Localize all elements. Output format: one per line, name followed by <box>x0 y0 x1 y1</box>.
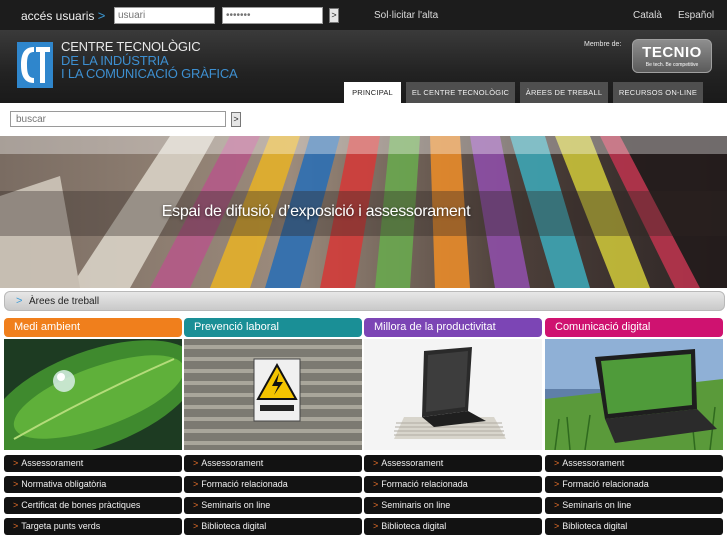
area-column-medi-ambient: Medi ambient > Assessorament > Normativa o… <box>4 318 182 539</box>
tecnio-name: TECNIO <box>642 44 702 61</box>
link-label: Normativa obligatòria <box>21 479 107 489</box>
link-biblioteca[interactable]: > Biblioteca digital <box>545 518 723 535</box>
area-column-prevencio: Prevenció laboral > Assessorament > Formac… <box>184 318 362 539</box>
link-label: Assessorament <box>381 458 444 468</box>
area-links-prevencio: > Assessorament > Formació relacionada > Se… <box>184 455 362 535</box>
link-seminaris[interactable]: > Seminaris on line <box>184 497 362 514</box>
link-targeta[interactable]: > Targeta punts verds <box>4 518 182 535</box>
nav-tab-principal[interactable]: PRINCIPAL <box>344 82 401 103</box>
link-label: Seminaris on line <box>562 500 632 510</box>
link-label: Formació relacionada <box>562 479 649 489</box>
login-go-button[interactable]: > <box>329 8 339 23</box>
login-label: accés usuaris <box>21 9 95 23</box>
link-label: Biblioteca digital <box>201 521 267 531</box>
logo-line-1: CENTRE TECNOLÒGIC <box>61 39 201 54</box>
link-formacio[interactable]: > Formació relacionada <box>364 476 542 493</box>
language-catala-link[interactable]: Català <box>633 10 662 21</box>
link-assessorament[interactable]: > Assessorament <box>545 455 723 472</box>
link-assessorament[interactable]: > Assessorament <box>364 455 542 472</box>
link-label: Targeta punts verds <box>21 521 101 531</box>
nav-tab-arees[interactable]: ÀREES DE TREBALL <box>520 82 608 103</box>
link-label: Biblioteca digital <box>562 521 628 531</box>
link-assessorament[interactable]: > Assessorament <box>4 455 182 472</box>
nav-tab-recursos[interactable]: RECURSOS ON-LINE <box>613 82 703 103</box>
link-arrow-icon: > <box>13 521 19 531</box>
link-label: Assessorament <box>201 458 264 468</box>
link-arrow-icon: > <box>373 458 379 468</box>
link-label: Formació relacionada <box>201 479 288 489</box>
site-header: CENTRE TECNOLÒGIC DE LA INDÚSTRIA I LA C… <box>0 30 727 103</box>
link-biblioteca[interactable]: > Biblioteca digital <box>364 518 542 535</box>
logo-line-3: I LA COMUNICACIÓ GRÀFICA <box>61 66 238 81</box>
link-assessorament[interactable]: > Assessorament <box>184 455 362 472</box>
login-label-group: accés usuaris > <box>21 8 105 23</box>
link-arrow-icon: > <box>193 458 199 468</box>
signup-link[interactable]: Sol·licitar l'alta <box>374 10 438 21</box>
laptop-newspapers-image[interactable] <box>364 339 542 450</box>
areas-section-title: Àrees de treball <box>29 296 100 307</box>
area-column-productivitat: Millora de la productivitat > Assessorame… <box>364 318 542 539</box>
area-links-comunicacio: > Assessorament > Formació relacionada > Se… <box>545 455 723 535</box>
search-input[interactable] <box>10 111 226 127</box>
link-arrow-icon: > <box>13 500 19 510</box>
link-arrow-icon: > <box>193 479 199 489</box>
login-arrow-icon: > <box>97 8 106 23</box>
link-arrow-icon: > <box>193 500 199 510</box>
search-go-button[interactable]: > <box>231 112 241 127</box>
nav-tab-centre[interactable]: EL CENTRE TECNOLÒGIC <box>406 82 515 103</box>
link-seminaris[interactable]: > Seminaris on line <box>364 497 542 514</box>
hero-banner: Espai de difusió, d’exposició i assessor… <box>0 136 727 288</box>
link-arrow-icon: > <box>554 521 560 531</box>
link-arrow-icon: > <box>373 521 379 531</box>
area-title-productivitat[interactable]: Millora de la productivitat <box>364 318 542 337</box>
password-input[interactable] <box>222 7 323 24</box>
link-certificat[interactable]: > Certificat de bones pràctiques <box>4 497 182 514</box>
page: accés usuaris > > Sol·licitar l'alta Cat… <box>0 0 727 545</box>
link-label: Formació relacionada <box>381 479 468 489</box>
area-links-medi-ambient: > Assessorament > Normativa obligatòria > C… <box>4 455 182 535</box>
link-arrow-icon: > <box>13 458 19 468</box>
username-input[interactable] <box>114 7 215 24</box>
areas-arrow-icon: > <box>16 295 23 307</box>
link-label: Assessorament <box>21 458 84 468</box>
link-label: Seminaris on line <box>381 500 451 510</box>
area-column-comunicacio: Comunicació digital > Assessorament > Form… <box>545 318 723 539</box>
area-title-prevencio[interactable]: Prevenció laboral <box>184 318 362 337</box>
link-label: Assessorament <box>562 458 625 468</box>
link-normativa[interactable]: > Normativa obligatòria <box>4 476 182 493</box>
language-espanol-link[interactable]: Español <box>678 10 714 21</box>
link-arrow-icon: > <box>554 458 560 468</box>
area-title-comunicacio[interactable]: Comunicació digital <box>545 318 723 337</box>
link-arrow-icon: > <box>373 500 379 510</box>
banner-caption: Espai de difusió, d’exposició i assessor… <box>0 203 727 221</box>
link-formacio[interactable]: > Formació relacionada <box>545 476 723 493</box>
top-bar: accés usuaris > > Sol·licitar l'alta Cat… <box>0 0 727 30</box>
logo-text[interactable]: CENTRE TECNOLÒGIC DE LA INDÚSTRIA I LA C… <box>61 40 238 81</box>
area-title-medi-ambient[interactable]: Medi ambient <box>4 318 182 337</box>
areas-section-header: > Àrees de treball <box>4 291 725 311</box>
logo-line-2: DE LA INDÚSTRIA <box>61 52 169 68</box>
area-links-productivitat: > Assessorament > Formació relacionada > Se… <box>364 455 542 535</box>
link-seminaris[interactable]: > Seminaris on line <box>545 497 723 514</box>
banner-caption-text: Espai de difusió, d’exposició i assessor… <box>161 203 471 220</box>
link-formacio[interactable]: > Formació relacionada <box>184 476 362 493</box>
link-arrow-icon: > <box>554 479 560 489</box>
tecnio-tagline: Be tech. Be competitive <box>645 62 699 68</box>
electrical-hazard-sign-image[interactable] <box>184 339 362 450</box>
link-label: Seminaris on line <box>201 500 271 510</box>
link-label: Certificat de bones pràctiques <box>21 500 141 510</box>
search-bar: > <box>0 103 727 136</box>
member-label: Membre de: <box>584 41 622 48</box>
link-label: Biblioteca digital <box>381 521 447 531</box>
link-biblioteca[interactable]: > Biblioteca digital <box>184 518 362 535</box>
link-arrow-icon: > <box>554 500 560 510</box>
tecnio-badge[interactable]: TECNIO Be tech. Be competitive <box>632 39 712 73</box>
link-arrow-icon: > <box>193 521 199 531</box>
link-arrow-icon: > <box>13 479 19 489</box>
logo-icon[interactable] <box>17 42 53 88</box>
link-arrow-icon: > <box>373 479 379 489</box>
leaf-water-drop-image[interactable] <box>4 339 182 450</box>
laptop-grass-image[interactable] <box>545 339 723 450</box>
